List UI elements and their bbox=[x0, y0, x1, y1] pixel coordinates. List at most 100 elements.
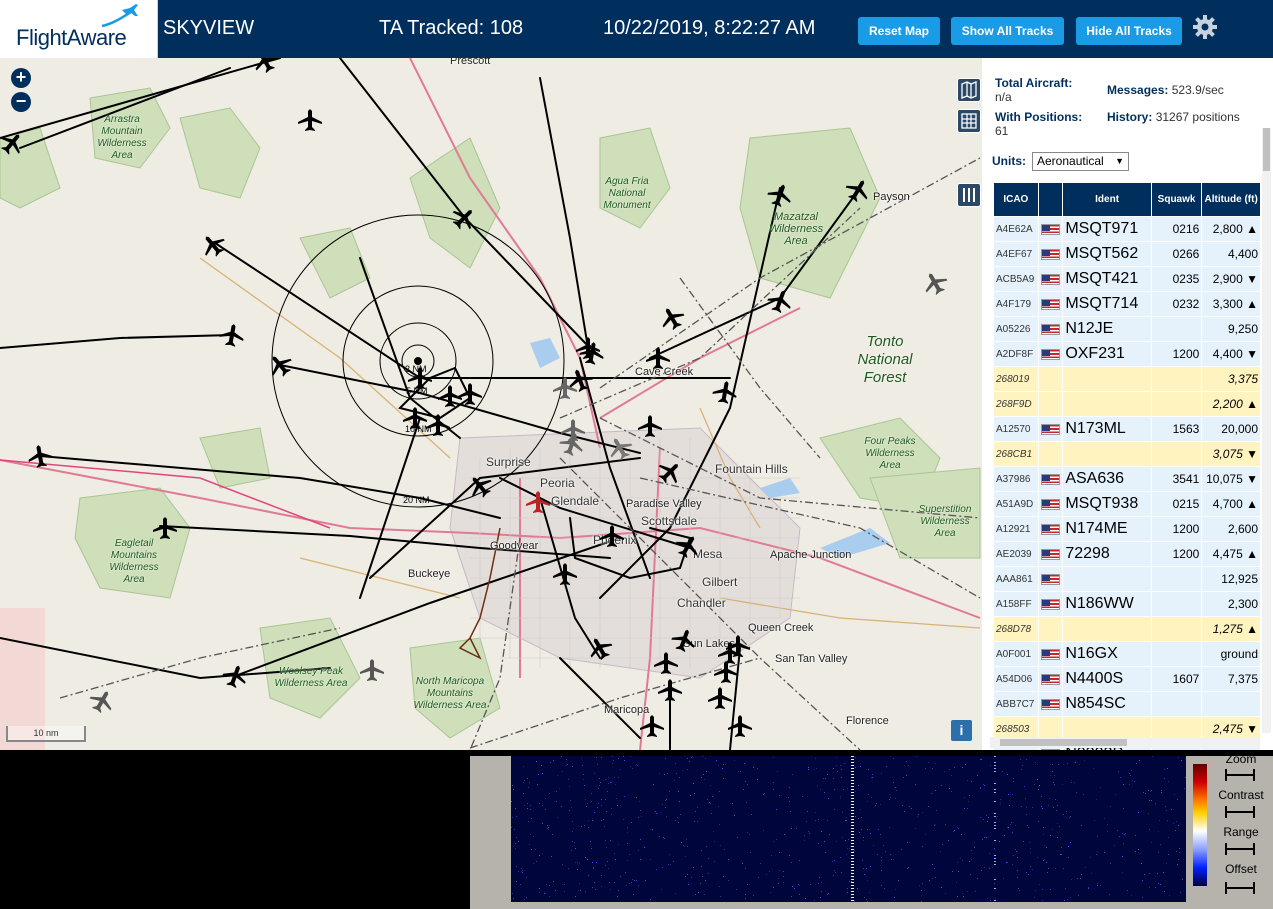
aircraft-icon[interactable] bbox=[153, 517, 177, 539]
aircraft-icon[interactable] bbox=[553, 563, 577, 585]
column-header-altitude[interactable]: Altitude (ft) bbox=[1202, 183, 1260, 216]
table-horizontal-scrollbar[interactable] bbox=[990, 737, 1260, 748]
table-row[interactable]: A4F179 MSQT714 0232 3,300 ▲ bbox=[994, 292, 1260, 316]
table-row[interactable]: A158FF N186WW 2,300 bbox=[994, 592, 1260, 616]
aircraft-icon[interactable] bbox=[765, 181, 795, 210]
contrast-slider[interactable] bbox=[1225, 806, 1255, 818]
map-layers-icon[interactable] bbox=[957, 78, 981, 102]
aircraft-icon[interactable] bbox=[220, 662, 250, 691]
flightaware-logo[interactable]: FlightAware bbox=[0, 0, 158, 58]
aircraft-icon[interactable] bbox=[600, 525, 624, 547]
aircraft-icon[interactable] bbox=[654, 456, 687, 489]
flag-cell bbox=[1038, 217, 1063, 241]
aircraft-icon[interactable] bbox=[711, 379, 738, 405]
scrollbar-thumb[interactable] bbox=[1263, 128, 1270, 171]
show-all-tracks-button[interactable]: Show All Tracks bbox=[951, 17, 1064, 45]
flag-cell bbox=[1038, 442, 1063, 466]
table-row[interactable]: AE2039 72298 1200 4,475 ▲ bbox=[994, 542, 1260, 566]
aircraft-icon[interactable] bbox=[576, 337, 600, 359]
info-button[interactable]: i bbox=[951, 720, 972, 741]
table-row[interactable]: A4E62A MSQT971 0216 2,800 ▲ bbox=[994, 217, 1260, 241]
table-row[interactable]: A2DF8F OXF231 1200 4,400 ▼ bbox=[994, 342, 1260, 366]
table-row[interactable]: ACB5A9 MSQT421 0235 2,900 ▼ bbox=[994, 267, 1260, 291]
table-row[interactable]: A4EF67 MSQT562 0266 4,400 bbox=[994, 242, 1260, 266]
aircraft-icon[interactable] bbox=[565, 366, 595, 395]
aircraft-icon[interactable] bbox=[669, 626, 699, 655]
table-row[interactable]: A37986 ASA636 3541 10,075 ▼ bbox=[994, 467, 1260, 491]
map-view[interactable]: Prescott Payson Cave Creek Fountain Hill… bbox=[0, 58, 982, 750]
aircraft-icon[interactable] bbox=[640, 715, 664, 737]
aircraft-icon[interactable] bbox=[298, 109, 322, 131]
aircraft-icon[interactable] bbox=[426, 414, 450, 436]
table-row[interactable]: AAA861 12,925 bbox=[994, 567, 1260, 591]
map-scale: 10 nm bbox=[6, 726, 86, 742]
aircraft-icon[interactable] bbox=[842, 174, 874, 205]
scrollbar-thumb[interactable] bbox=[1000, 739, 1127, 746]
squawk-cell: 0266 bbox=[1151, 242, 1202, 266]
aircraft-icon[interactable] bbox=[919, 267, 951, 298]
column-header-icao[interactable]: ICAO bbox=[994, 183, 1038, 216]
aircraft-icon[interactable] bbox=[604, 432, 636, 463]
table-row[interactable]: 268D78 1,275 ▲ bbox=[994, 617, 1260, 641]
icao-cell: A05226 bbox=[994, 317, 1038, 341]
aircraft-icon[interactable] bbox=[765, 287, 795, 316]
zoom-in-button[interactable]: + bbox=[11, 68, 31, 88]
aircraft-icon[interactable] bbox=[714, 661, 738, 683]
table-row[interactable]: A12921 N174ME 1200 2,600 bbox=[994, 517, 1260, 541]
columns-icon[interactable] bbox=[957, 183, 981, 207]
grid-icon[interactable] bbox=[957, 109, 981, 133]
zoom-slider[interactable] bbox=[1225, 769, 1255, 781]
aircraft-icon[interactable] bbox=[360, 659, 384, 681]
aircraft-icon[interactable] bbox=[0, 127, 28, 159]
aircraft-icon[interactable] bbox=[249, 58, 281, 77]
aircraft-icon[interactable] bbox=[638, 415, 662, 437]
aircraft-icon[interactable] bbox=[26, 443, 53, 469]
aircraft-icon[interactable] bbox=[197, 229, 230, 261]
aircraft-icon[interactable] bbox=[658, 679, 682, 701]
aircraft-icon[interactable] bbox=[526, 491, 550, 513]
table-row[interactable]: A51A9D MSQT938 0215 4,700 ▲ bbox=[994, 492, 1260, 516]
aircraft-icon[interactable] bbox=[464, 470, 497, 502]
aircraft-icon[interactable] bbox=[584, 632, 616, 663]
table-row[interactable]: A12570 N173ML 1563 20,000 bbox=[994, 417, 1260, 441]
table-row[interactable]: 268F9D 2,200 ▲ bbox=[994, 392, 1260, 416]
table-row[interactable]: 268CB1 3,075 ▼ bbox=[994, 442, 1260, 466]
column-header-ident[interactable]: Ident bbox=[1063, 183, 1151, 216]
aircraft-icon[interactable] bbox=[408, 367, 432, 389]
aircraft-icon[interactable] bbox=[86, 685, 118, 716]
aircraft-icon[interactable] bbox=[728, 715, 752, 737]
range-slider[interactable] bbox=[1225, 843, 1255, 855]
aircraft-icon[interactable] bbox=[672, 530, 704, 561]
aircraft-icon[interactable] bbox=[656, 302, 688, 333]
reset-map-button[interactable]: Reset Map bbox=[858, 17, 940, 45]
ident-cell: OXF231 bbox=[1063, 342, 1151, 366]
gear-icon[interactable] bbox=[1192, 14, 1218, 40]
aircraft-icon[interactable] bbox=[553, 377, 577, 399]
aircraft-icon[interactable] bbox=[708, 687, 732, 709]
hide-all-tracks-button[interactable]: Hide All Tracks bbox=[1076, 17, 1182, 45]
zoom-out-button[interactable]: − bbox=[11, 92, 31, 112]
column-header-flag[interactable] bbox=[1038, 183, 1063, 216]
table-vertical-scrollbar[interactable] bbox=[1262, 128, 1271, 733]
units-select[interactable]: Aeronautical ▼ bbox=[1032, 152, 1129, 171]
offset-slider[interactable] bbox=[1225, 882, 1255, 894]
table-row[interactable]: A0F001 N16GX ground bbox=[994, 642, 1260, 666]
table-row[interactable]: A05226 N12JE 9,250 bbox=[994, 317, 1260, 341]
ident-cell: MSQT938 bbox=[1063, 492, 1151, 516]
aircraft-icon[interactable] bbox=[654, 652, 678, 674]
table-row[interactable]: A54D06 N4400S 1607 7,375 bbox=[994, 667, 1260, 691]
aircraft-icon[interactable] bbox=[458, 383, 482, 405]
aircraft-icon[interactable] bbox=[646, 347, 670, 369]
aircraft-icon[interactable] bbox=[264, 349, 297, 381]
table-row[interactable]: ABB7C7 N854SC bbox=[994, 692, 1260, 716]
column-header-squawk[interactable]: Squawk bbox=[1151, 183, 1202, 216]
us-flag-icon bbox=[1040, 324, 1060, 336]
table-row[interactable]: 268019 3,375 bbox=[994, 367, 1260, 391]
icao-cell: ABB7C7 bbox=[994, 692, 1038, 716]
altitude-cell: 2,600 bbox=[1202, 517, 1260, 541]
aircraft-icon[interactable] bbox=[578, 340, 605, 366]
us-flag-icon bbox=[1040, 274, 1060, 286]
aircraft-icon[interactable] bbox=[218, 322, 245, 348]
aircraft-icon[interactable] bbox=[448, 202, 481, 235]
aircraft-icon[interactable] bbox=[403, 407, 427, 429]
